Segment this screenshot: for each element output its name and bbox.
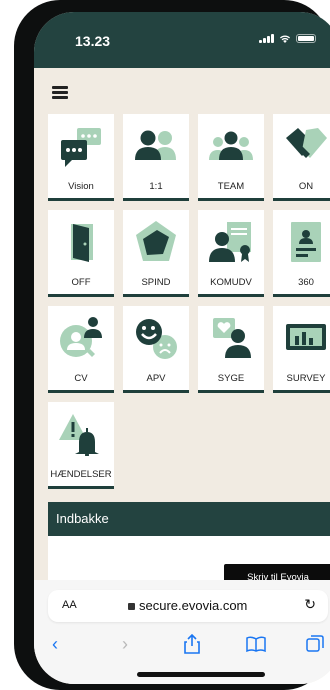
tile-komudv[interactable]: KOMUDV <box>198 210 264 297</box>
menu-icon[interactable] <box>52 86 68 99</box>
id-badge-icon <box>291 222 321 262</box>
url-value: secure.evovia.com <box>139 598 248 613</box>
two-people-icon <box>135 130 176 160</box>
tile-label: Vision <box>68 181 94 192</box>
tile-survey[interactable]: SURVEY <box>273 306 330 393</box>
address-bar[interactable]: AA secure.evovia.com ↻ <box>48 590 328 622</box>
reload-icon[interactable]: ↻ <box>304 596 316 613</box>
system-icons <box>259 34 316 43</box>
tabs-icon[interactable] <box>306 635 324 653</box>
screen: 13.23 Vision 1:1 TEAM ON OFF SPIND KOMUD… <box>34 12 330 684</box>
forward-icon[interactable]: › <box>122 632 128 656</box>
person-search-icon <box>60 317 102 357</box>
tile-label: 1:1 <box>149 181 163 192</box>
tile-label: ON <box>298 181 314 192</box>
tile-label: HÆNDELSER <box>50 469 112 480</box>
url-text: secure.evovia.com <box>128 598 247 613</box>
phone-frame: 13.23 Vision 1:1 TEAM ON OFF SPIND KOMUD… <box>14 0 330 690</box>
person-certificate-icon <box>209 222 251 262</box>
browser-toolbar: AA secure.evovia.com ↻ ‹ › <box>34 580 330 684</box>
handshake-icon <box>286 128 327 158</box>
inbox-panel: Indbakke Skriv til Evovia <box>48 502 330 592</box>
tile-label: 360 <box>298 277 314 288</box>
tile-apv[interactable]: APV <box>123 306 189 393</box>
tile-label: KOMUDV <box>210 277 252 288</box>
tile-team[interactable]: TEAM <box>198 114 264 201</box>
home-indicator <box>137 672 265 677</box>
tile-spind[interactable]: SPIND <box>123 210 189 297</box>
tile-label: APV <box>146 373 166 384</box>
warning-bell-icon <box>59 414 99 456</box>
tile-label: OFF <box>71 277 91 288</box>
tile-one-on-one[interactable]: 1:1 <box>123 114 189 201</box>
status-time: 13.23 <box>75 33 111 49</box>
tile-360[interactable]: 360 <box>273 210 330 297</box>
status-bar: 13.23 <box>34 12 330 68</box>
team-icon <box>209 131 253 160</box>
battery-icon <box>296 34 316 43</box>
tile-haendelser[interactable]: HÆNDELSER <box>48 402 114 489</box>
tile-label: CV <box>74 373 88 384</box>
chat-bubbles-icon <box>61 128 101 167</box>
tile-label: TEAM <box>217 181 245 192</box>
smiley-icon <box>136 319 177 359</box>
bar-chart-icon <box>286 324 326 350</box>
tile-label: SYGE <box>217 373 245 384</box>
text-size-button[interactable]: AA <box>62 599 77 611</box>
tile-vision[interactable]: Vision <box>48 114 114 201</box>
spider-chart-icon <box>136 221 176 261</box>
app-page: Vision 1:1 TEAM ON OFF SPIND KOMUDV 360 … <box>34 68 330 592</box>
wifi-icon <box>280 35 290 43</box>
tile-on[interactable]: ON <box>273 114 330 201</box>
bookmarks-icon[interactable] <box>246 636 266 652</box>
browser-nav: ‹ › <box>34 632 330 656</box>
door-exit-icon <box>71 224 93 262</box>
tile-off[interactable]: OFF <box>48 210 114 297</box>
tile-label: SPIND <box>141 277 171 288</box>
lock-icon <box>128 603 135 610</box>
tile-cv[interactable]: CV <box>48 306 114 393</box>
share-icon[interactable] <box>184 634 200 654</box>
inbox-title: Indbakke <box>48 502 330 536</box>
back-icon[interactable]: ‹ <box>52 632 58 656</box>
person-heart-icon <box>213 318 251 358</box>
signal-icon <box>259 34 274 43</box>
tile-syge[interactable]: SYGE <box>198 306 264 393</box>
tile-label: SURVEY <box>286 373 326 384</box>
